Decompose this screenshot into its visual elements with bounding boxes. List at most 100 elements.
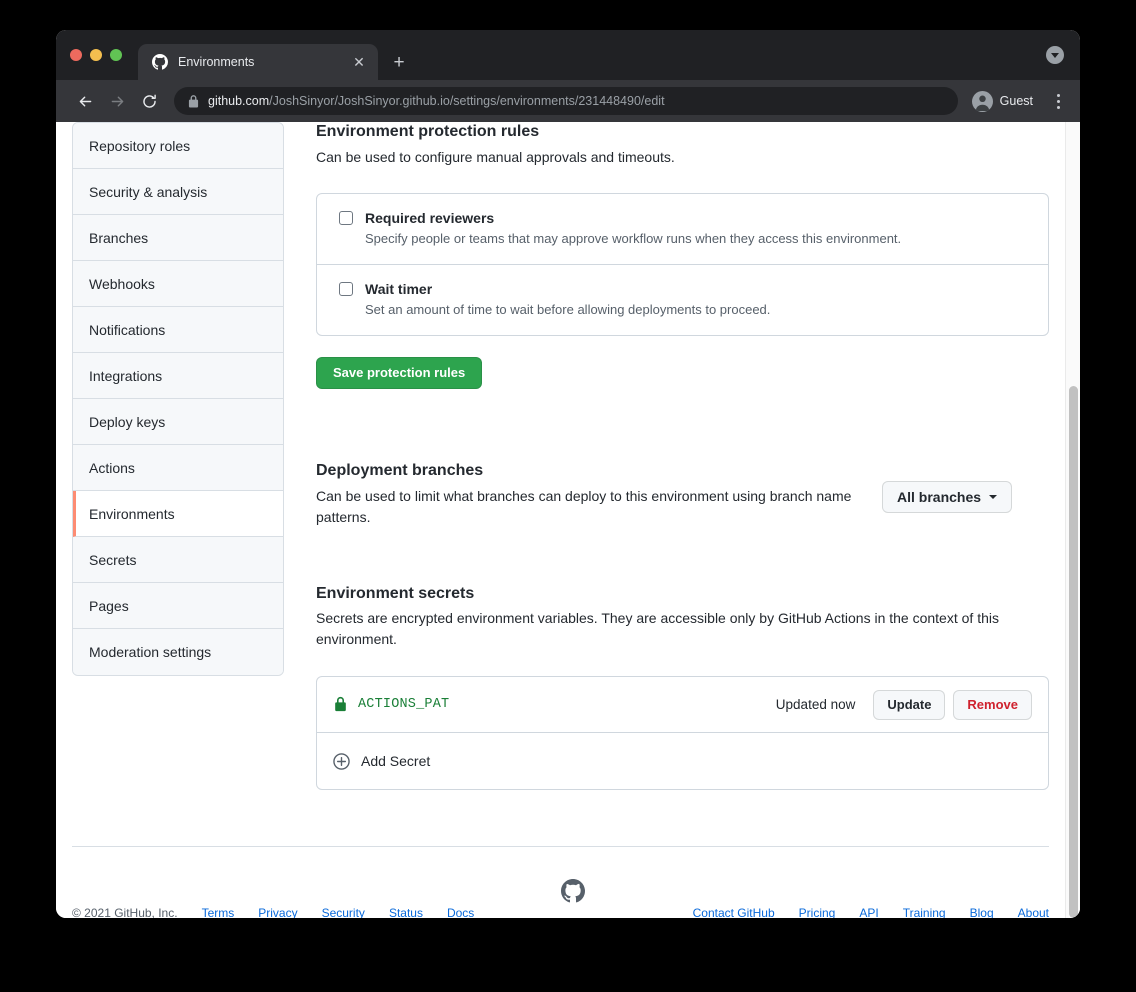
page-footer: © 2021 GitHub, Inc. Terms Privacy Securi… [56, 846, 1065, 918]
maximize-window-button[interactable] [110, 49, 122, 61]
kebab-menu-icon[interactable] [1046, 87, 1070, 115]
sidebar-item-label: Integrations [89, 367, 163, 384]
secrets-card: ACTIONS_PAT Updated now Update Remove Ad… [316, 676, 1049, 791]
rule-label: Wait timer [365, 280, 433, 297]
footer-link-security[interactable]: Security [322, 906, 365, 918]
protection-rules-description: Can be used to configure manual approval… [316, 148, 675, 165]
lock-icon [335, 697, 346, 712]
url-text: github.com/JoshSinyor/JoshSinyor.github.… [208, 94, 665, 108]
url-host: github.com [208, 94, 270, 108]
page-viewport: Repository roles Security & analysis Bra… [56, 122, 1080, 918]
footer-link-training[interactable]: Training [903, 906, 946, 918]
github-mark-icon [152, 54, 168, 70]
tab-title: Environments [178, 55, 255, 69]
required-reviewers-checkbox[interactable] [339, 210, 353, 225]
sidebar-item-label: Webhooks [89, 275, 155, 292]
footer-link-api[interactable]: API [859, 906, 878, 918]
browser-tab[interactable]: Environments ✕ [138, 44, 378, 80]
deployment-branches-section: Deployment branches Can be used to limit… [316, 461, 1049, 528]
environment-secrets-title: Environment secrets [316, 584, 475, 602]
rule-description: Set an amount of time to wait before all… [365, 301, 771, 317]
chevron-down-circle-icon[interactable] [1042, 42, 1068, 68]
sidebar-item-label: Moderation settings [89, 644, 212, 660]
sidebar-item-label: Secrets [89, 551, 137, 568]
sidebar-item-branches[interactable]: Branches [73, 215, 283, 261]
deployment-branches-description: Can be used to limit what branches can d… [316, 487, 852, 525]
sidebar-item-secrets[interactable]: Secrets [73, 537, 283, 583]
sidebar-item-actions[interactable]: Actions [73, 445, 283, 491]
protection-rules-card: Required reviewers Specify people or tea… [316, 192, 1049, 336]
reload-icon[interactable] [134, 86, 164, 116]
sidebar-item-label: Actions [89, 459, 135, 476]
deployment-branches-selected-label: All branches [897, 488, 982, 505]
footer-link-about[interactable]: About [1018, 906, 1049, 918]
footer-link-terms[interactable]: Terms [202, 906, 235, 918]
deployment-branches-select[interactable]: All branches [882, 480, 1013, 513]
chevron-down-icon [1046, 46, 1064, 64]
sidebar-item-deploy-keys[interactable]: Deploy keys [73, 399, 283, 445]
footer-link-pricing[interactable]: Pricing [799, 906, 836, 918]
chevron-down-icon [989, 494, 998, 499]
sidebar-item-label: Repository roles [89, 137, 191, 154]
url-path: /JoshSinyor/JoshSinyor.github.io/setting… [269, 94, 665, 108]
sidebar-item-security-analysis[interactable]: Security & analysis [73, 169, 283, 215]
sidebar-item-label: Notifications [89, 321, 166, 338]
footer-link-privacy[interactable]: Privacy [258, 906, 297, 918]
window-controls [70, 30, 138, 80]
rule-description: Specify people or teams that may approve… [365, 230, 902, 246]
sidebar-item-notifications[interactable]: Notifications [73, 307, 283, 353]
tab-strip: Environments ✕ + [56, 30, 1080, 80]
protection-rules-title: Environment protection rules [316, 123, 540, 140]
footer-link-blog[interactable]: Blog [970, 906, 994, 918]
footer-link-status[interactable]: Status [389, 906, 423, 918]
copyright-text: © 2021 GitHub, Inc. [72, 906, 178, 918]
close-window-button[interactable] [70, 49, 82, 61]
arrow-left-icon[interactable] [70, 86, 100, 116]
plus-circle-icon [333, 753, 350, 770]
plus-icon[interactable]: + [384, 47, 414, 77]
sidebar-item-webhooks[interactable]: Webhooks [73, 261, 283, 307]
footer-link-contact-github[interactable]: Contact GitHub [693, 906, 775, 918]
sidebar-item-label: Pages [89, 597, 129, 614]
profile-button[interactable]: Guest [968, 87, 1044, 115]
rule-wait-timer: Wait timer Set an amount of time to wait… [317, 263, 1048, 335]
lock-icon [188, 94, 199, 107]
deployment-branches-title: Deployment branches [316, 461, 484, 479]
page-scrollbar[interactable] [1065, 122, 1080, 918]
sidebar-item-environments[interactable]: Environments [73, 491, 283, 537]
environment-secrets-description: Secrets are encrypted environment variab… [316, 610, 999, 648]
close-icon[interactable]: ✕ [350, 53, 368, 71]
scrollbar-thumb[interactable] [1069, 386, 1078, 918]
sidebar-item-integrations[interactable]: Integrations [73, 353, 283, 399]
update-secret-button[interactable]: Update [873, 689, 946, 720]
browser-window: Environments ✕ + github.com/JoshSinyor/J… [56, 30, 1080, 918]
browser-toolbar: github.com/JoshSinyor/JoshSinyor.github.… [56, 80, 1080, 122]
sidebar-item-label: Environments [89, 505, 175, 522]
sidebar-item-label: Branches [89, 229, 149, 246]
footer-link-docs[interactable]: Docs [447, 906, 474, 918]
settings-sidebar: Repository roles Security & analysis Bra… [72, 122, 284, 676]
page-content: Repository roles Security & analysis Bra… [56, 122, 1065, 918]
secret-updated-text: Updated now [775, 697, 856, 713]
wait-timer-checkbox[interactable] [339, 281, 353, 296]
minimize-window-button[interactable] [90, 49, 102, 61]
secret-row: ACTIONS_PAT Updated now Update Remove [317, 677, 1048, 734]
environment-secrets-section: Environment secrets Secrets are encrypte… [316, 584, 1049, 791]
sidebar-item-pages[interactable]: Pages [73, 583, 283, 629]
arrow-right-icon [102, 86, 132, 116]
main-content: Environment protection rules Can be used… [316, 122, 1049, 791]
rule-required-reviewers: Required reviewers Specify people or tea… [317, 194, 1048, 264]
sidebar-item-repository-roles[interactable]: Repository roles [73, 123, 283, 169]
remove-secret-button[interactable]: Remove [953, 689, 1032, 720]
secret-name: ACTIONS_PAT [358, 697, 450, 713]
sidebar-item-label: Security & analysis [89, 183, 208, 200]
sidebar-item-moderation-settings[interactable]: Moderation settings [73, 629, 283, 675]
add-secret-label: Add Secret [361, 753, 431, 770]
address-bar[interactable]: github.com/JoshSinyor/JoshSinyor.github.… [174, 87, 958, 115]
profile-name: Guest [999, 94, 1033, 108]
add-secret-row[interactable]: Add Secret [317, 733, 1048, 789]
rule-label: Required reviewers [365, 209, 495, 226]
github-mark-icon [561, 879, 585, 906]
save-protection-rules-button[interactable]: Save protection rules [316, 356, 483, 389]
sidebar-item-label: Deploy keys [89, 413, 166, 430]
